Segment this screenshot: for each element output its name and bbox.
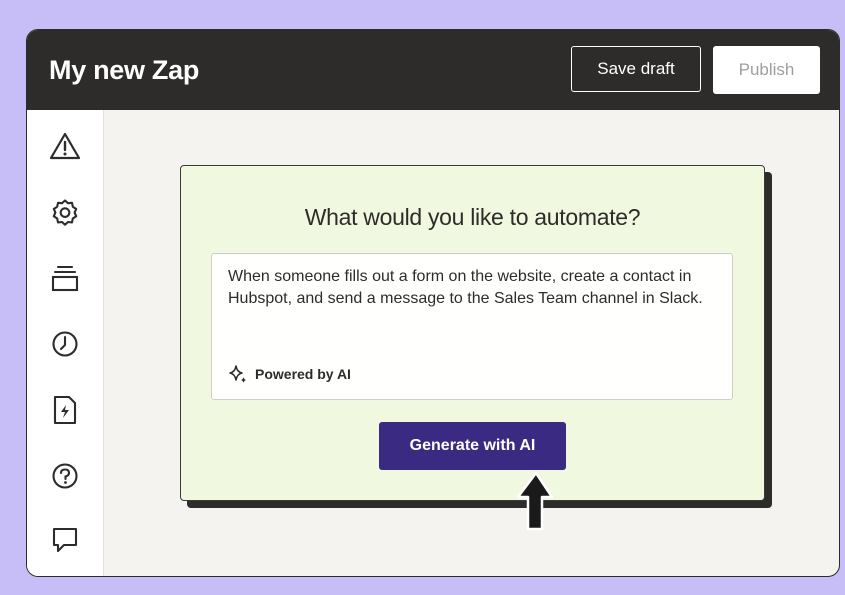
zap-editor-window: My new Zap Save draft Publish What would… (26, 29, 840, 577)
powered-label: Powered by AI (255, 366, 351, 382)
zap-file-icon[interactable] (49, 394, 81, 426)
help-icon[interactable] (49, 460, 81, 492)
history-icon[interactable] (49, 328, 81, 360)
save-draft-button[interactable]: Save draft (571, 46, 701, 92)
feedback-icon[interactable] (49, 524, 81, 556)
versions-icon[interactable] (49, 262, 81, 294)
top-bar: My new Zap Save draft Publish (27, 30, 839, 110)
prompt-text[interactable]: When someone fills out a form on the web… (228, 266, 708, 309)
prompt-heading: What would you like to automate? (304, 204, 641, 230)
warning-icon[interactable] (49, 130, 81, 162)
sidebar (27, 110, 104, 576)
zap-title[interactable]: My new Zap (49, 55, 199, 86)
sparkle-icon (229, 365, 246, 383)
automation-prompt-card: What would you like to automate? When so… (180, 165, 765, 501)
powered-by-ai: Powered by AI (228, 364, 351, 384)
generate-with-ai-button[interactable]: Generate with AI (379, 422, 566, 470)
publish-button[interactable]: Publish (713, 46, 820, 94)
mouse-cursor-icon (516, 471, 554, 531)
prompt-input[interactable]: When someone fills out a form on the web… (211, 253, 733, 400)
gear-icon[interactable] (49, 196, 81, 228)
